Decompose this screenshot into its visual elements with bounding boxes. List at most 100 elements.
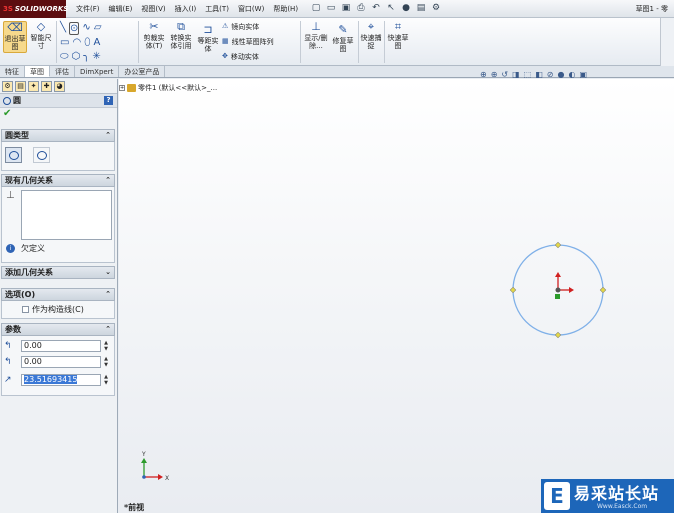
- move-icon: ✥: [222, 52, 228, 60]
- help-icon[interactable]: ?: [104, 96, 113, 105]
- repair-sketch-button[interactable]: ✎ 修复草图: [331, 24, 355, 54]
- configuration-manager-tab-icon[interactable]: ✦: [28, 81, 39, 92]
- parameters-group-header[interactable]: 参数 ⌃: [1, 323, 115, 336]
- menu-window[interactable]: 窗口(W): [238, 4, 264, 14]
- rebuild-icon[interactable]: ●: [400, 3, 412, 14]
- mirror-icon: ⚠: [222, 22, 229, 30]
- menu-view[interactable]: 视图(V): [141, 4, 165, 14]
- offset-button[interactable]: ⊐ 等距实体: [197, 23, 219, 54]
- relations-list-icon: ⊥: [6, 190, 15, 201]
- smart-dimension-button[interactable]: ◇ 智能尺寸: [30, 20, 52, 51]
- tab-dimxpert[interactable]: DimXpert: [75, 66, 120, 77]
- offset-icon: ⊐: [203, 23, 213, 36]
- view-settings-icon[interactable]: ▣: [579, 70, 587, 79]
- spline-icon[interactable]: ∿: [82, 22, 90, 35]
- menu-bar: 文件(F) 编辑(E) 视图(V) 插入(I) 工具(T) 窗口(W) 帮助(H…: [76, 4, 307, 14]
- relations-icon: ⊥: [311, 20, 321, 33]
- save-icon[interactable]: ▣: [340, 3, 352, 14]
- circle-tool-icon[interactable]: ⊙: [69, 22, 80, 35]
- radius-input[interactable]: 23.51693415: [21, 374, 101, 386]
- construction-geometry-checkbox[interactable]: 作为构造线(C): [22, 304, 84, 315]
- fillet-icon[interactable]: ╮: [83, 51, 89, 62]
- undo-icon[interactable]: ↶: [370, 3, 382, 14]
- text-icon[interactable]: A: [93, 37, 100, 48]
- tab-sketch[interactable]: 草图: [25, 66, 50, 77]
- menu-insert[interactable]: 插入(I): [175, 4, 197, 14]
- quadrant-point-right[interactable]: [599, 286, 607, 294]
- solidworks-logo[interactable]: 3S SOLIDWORKS: [0, 0, 68, 18]
- property-manager-tab-icon[interactable]: ▤: [15, 81, 26, 92]
- quick-snaps-button[interactable]: ⌖ 快速捕捉: [360, 21, 382, 51]
- center-y-spinner[interactable]: ▲ ▼: [102, 356, 110, 368]
- previous-view-icon[interactable]: ↺: [501, 70, 508, 79]
- rapid-sketch-button[interactable]: ⌗ 快速草图: [387, 21, 409, 51]
- point-icon[interactable]: ✳: [92, 51, 100, 62]
- dimxpert-manager-tab-icon[interactable]: ✚: [41, 81, 52, 92]
- exit-sketch-button[interactable]: ⌫ 退出草图: [3, 21, 27, 53]
- existing-relations-group-header[interactable]: 现有几何关系 ⌃: [1, 174, 115, 187]
- title-bar: 3S SOLIDWORKS 文件(F) 编辑(E) 视图(V) 插入(I) 工具(…: [0, 0, 674, 18]
- open-icon[interactable]: ▭: [325, 3, 337, 14]
- line-icon[interactable]: ╲: [60, 22, 66, 35]
- ok-checkmark-button[interactable]: ✔: [0, 108, 117, 120]
- appearance-icon[interactable]: ●: [558, 70, 565, 79]
- trim-button[interactable]: ✂ 剪裁实体(T): [142, 21, 166, 51]
- plane-icon[interactable]: ▱: [94, 22, 102, 35]
- circle-type-group-header[interactable]: 圆类型 ⌃: [1, 129, 115, 142]
- tab-office-products[interactable]: 办公室产品: [119, 66, 166, 77]
- sketch-canvas[interactable]: Y X: [119, 79, 674, 513]
- display-manager-tab-icon[interactable]: ◕: [54, 81, 65, 92]
- perimeter-circle-button[interactable]: [33, 147, 50, 163]
- quadrant-point-bottom[interactable]: [554, 331, 562, 339]
- feature-manager-tab-icon[interactable]: ⚙: [2, 81, 13, 92]
- menu-help[interactable]: 帮助(H): [273, 4, 298, 14]
- menu-tools[interactable]: 工具(T): [205, 4, 229, 14]
- file-properties-icon[interactable]: ▤: [415, 3, 427, 14]
- radius-icon: ↗: [4, 375, 12, 385]
- ellipse-icon[interactable]: ⬯: [84, 37, 90, 48]
- select-icon[interactable]: ↖: [385, 3, 397, 14]
- quadrant-point-left[interactable]: [509, 286, 517, 294]
- triad-x-label: X: [165, 475, 169, 482]
- menu-edit[interactable]: 编辑(E): [109, 4, 133, 14]
- center-circle-button[interactable]: [5, 147, 22, 163]
- add-relations-group-header[interactable]: 添加几何关系 ⌄: [1, 266, 115, 279]
- tab-evaluate[interactable]: 评估: [50, 66, 75, 77]
- tab-features[interactable]: 特征: [0, 66, 25, 77]
- relations-listbox[interactable]: [21, 190, 112, 240]
- slot-icon[interactable]: ⬭: [60, 51, 69, 62]
- graphics-area[interactable]: + 零件1 (默认<<默认>_... Y X *前视: [119, 79, 674, 513]
- print-icon[interactable]: ⎙: [355, 3, 367, 14]
- center-x-row: ↰ 0.00 ▲ ▼: [4, 340, 110, 352]
- radius-spinner[interactable]: ▲ ▼: [102, 374, 110, 386]
- center-x-input[interactable]: 0.00: [21, 340, 101, 352]
- view-orientation-icon[interactable]: ⬚: [524, 70, 532, 79]
- mirror-button[interactable]: ⚠ 镜向实体: [222, 22, 259, 32]
- hide-show-icon[interactable]: ⊘: [547, 70, 554, 79]
- move-button[interactable]: ✥ 移动实体: [222, 52, 259, 62]
- polygon-icon[interactable]: ⬡: [72, 51, 81, 62]
- scene-icon[interactable]: ◐: [568, 70, 575, 79]
- center-y-input[interactable]: 0.00: [21, 356, 101, 368]
- options-icon[interactable]: ⚙: [430, 3, 442, 14]
- new-icon[interactable]: ▢: [310, 3, 322, 14]
- expand-icon: ⌄: [105, 268, 111, 276]
- task-pane-strip[interactable]: [660, 18, 674, 66]
- collapse-icon: ⌃: [105, 290, 111, 298]
- center-x-spinner[interactable]: ▲ ▼: [102, 340, 110, 352]
- dimension-icon: ◇: [36, 20, 46, 33]
- arc-icon[interactable]: ◠: [72, 37, 81, 48]
- rectangle-icon[interactable]: ▭: [60, 37, 69, 48]
- exit-sketch-icon: ⌫: [7, 21, 23, 34]
- menu-file[interactable]: 文件(F): [76, 4, 100, 14]
- circle-icon: [3, 96, 11, 105]
- linear-pattern-button[interactable]: ▦ 线性草图阵列: [222, 37, 274, 47]
- options-group-header[interactable]: 选项(O) ⌃: [1, 288, 115, 301]
- section-view-icon[interactable]: ◨: [512, 70, 520, 79]
- display-delete-relations-button[interactable]: ⊥ 显示/删除...: [303, 20, 329, 51]
- quadrant-point-top[interactable]: [554, 241, 562, 249]
- convert-entities-button[interactable]: ⧉ 转换实体引用: [168, 21, 194, 51]
- display-style-icon[interactable]: ◧: [535, 70, 543, 79]
- zoom-to-fit-icon[interactable]: ⊕: [480, 70, 487, 79]
- zoom-area-icon[interactable]: ⊕: [491, 70, 498, 79]
